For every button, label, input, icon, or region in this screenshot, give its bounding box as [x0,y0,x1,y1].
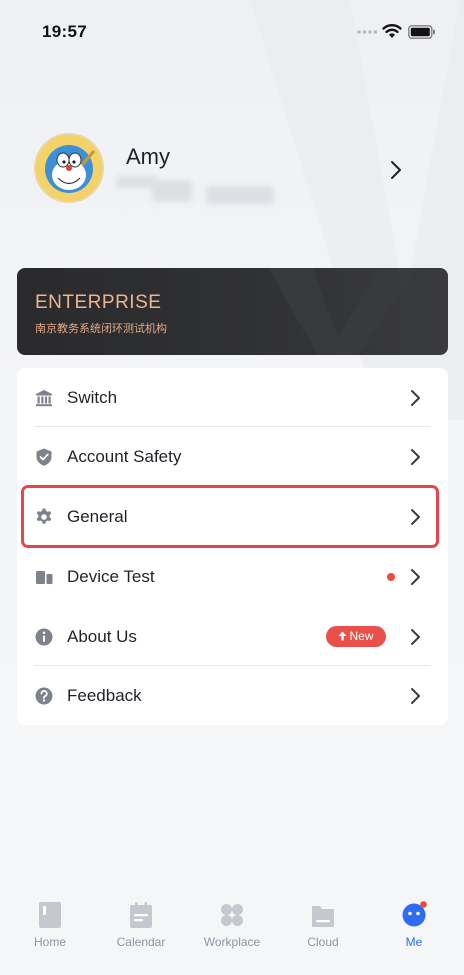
menu-item-feedback[interactable]: Feedback [17,666,448,725]
profile-subtitle-redacted [116,172,276,204]
profile-name: Amy [126,144,170,169]
menu-label: Switch [67,388,118,407]
workplace-icon [221,904,243,926]
enterprise-org-name: 南京教务系统闭环测试机构 [35,323,167,335]
tab-label: Workplace [203,935,261,949]
doraemon-avatar-image [36,135,102,201]
folder-icon [312,906,334,927]
tab-me[interactable]: Me [374,901,454,961]
avatar[interactable] [34,133,104,203]
chevron-right-icon [411,569,420,585]
menu-label: Account Safety [67,447,182,466]
menu-label: Device Test [67,567,155,586]
menu-label: About Us [67,627,137,646]
shield-icon [36,448,52,466]
settings-menu: Switch Account Safety General Device Tes… [17,368,448,725]
gear-icon [36,508,52,524]
device-icon [36,571,53,584]
notification-dot [387,573,395,581]
new-badge: New [326,626,386,647]
chevron-right-icon [411,390,420,406]
chevron-right-icon [411,509,420,525]
tab-label: Home [33,935,66,949]
profile-section[interactable]: Amy [0,120,464,230]
signal-icon [357,30,377,34]
menu-item-account-safety[interactable]: Account Safety [17,427,448,486]
menu-label: Feedback [67,686,142,705]
enterprise-title: ENTERPRISE [35,292,162,313]
enterprise-card[interactable]: ENTERPRISE 南京教务系统闭环测试机构 [17,268,448,355]
status-time: 19:57 [42,22,87,41]
arrow-up-icon [338,631,347,641]
menu-item-general[interactable]: General [17,487,448,546]
menu-item-device-test[interactable]: Device Test [17,547,448,606]
bottom-tab-bar: Home Calendar Workplace Cloud Me [0,887,464,975]
tab-label: Calendar [116,935,166,949]
home-icon [39,902,61,928]
question-icon [35,687,53,705]
battery-icon [408,25,435,39]
chevron-right-icon [411,629,420,645]
menu-label: General [67,507,128,526]
new-badge-label: New [349,629,374,643]
divider [34,485,431,486]
enterprise-watermark [268,268,418,355]
chevron-right-icon [411,688,420,704]
status-bar: 19:57 [0,0,464,60]
me-screen: 19:57 Amy ENTERPRISE 南京教务系统闭环测试机构 Switch… [0,0,464,975]
calendar-icon [130,902,152,928]
chevron-right-icon [411,449,420,465]
wifi-icon [382,24,402,38]
tab-label: Cloud [307,935,339,949]
tab-workplace[interactable]: Workplace [192,901,272,961]
me-robot-icon [402,901,427,927]
tab-label: Me [405,935,423,949]
tab-calendar[interactable]: Calendar [101,901,181,961]
menu-item-switch[interactable]: Switch [17,368,448,427]
chevron-right-icon [391,161,401,179]
bank-icon [36,390,52,407]
menu-item-about-us[interactable]: About Us New [17,607,448,666]
info-icon [35,628,53,646]
tab-home[interactable]: Home [10,901,90,961]
tab-cloud[interactable]: Cloud [283,901,363,961]
